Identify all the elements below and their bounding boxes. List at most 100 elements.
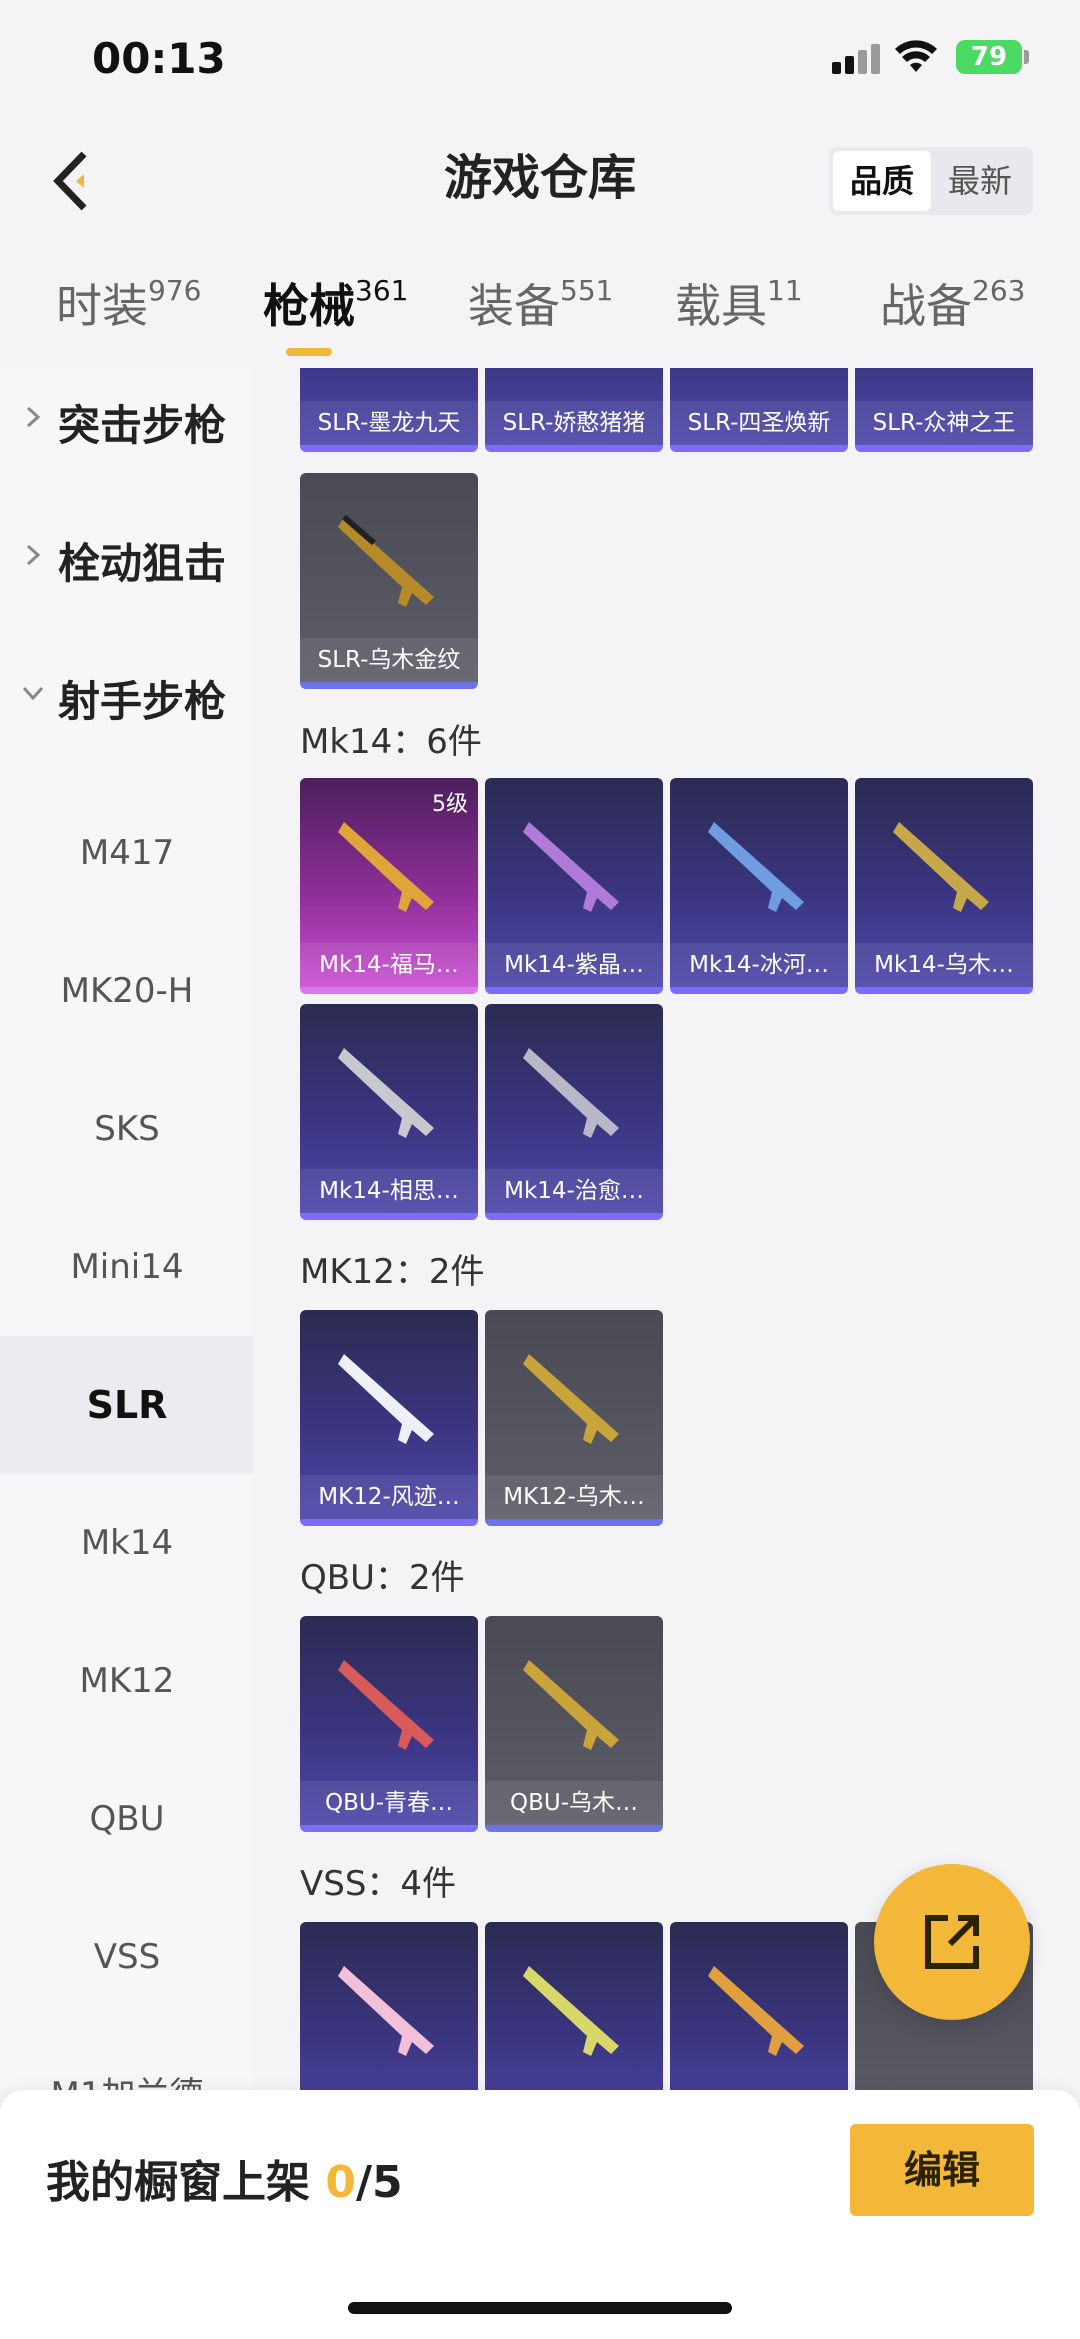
tab-equipment[interactable]: 装备551	[468, 270, 613, 340]
sidebar-item-m417[interactable]: M417	[0, 784, 254, 922]
weapon-name: Mk14-相思…	[300, 1169, 478, 1213]
tab-label: 载具	[675, 279, 767, 333]
weapon-card[interactable]: Mk14-冰河…	[670, 778, 848, 994]
chevron-right-icon	[26, 406, 41, 428]
category-label: 突击步枪	[58, 401, 227, 450]
weapon-card[interactable]	[485, 1922, 663, 2090]
sort-quality-button[interactable]: 品质	[833, 151, 931, 211]
tab-label: 战备	[880, 279, 972, 333]
rifle-icon	[523, 822, 619, 912]
wifi-icon	[895, 40, 937, 72]
tab-label: 枪械	[263, 279, 355, 333]
share-icon	[925, 1915, 979, 1969]
rifle-icon	[523, 1966, 619, 2056]
weapon-card[interactable]: MK12-风迹…	[300, 1310, 478, 1526]
sidebar-item-sks[interactable]: SKS	[0, 1060, 254, 1198]
weapon-card[interactable]: SLR-墨龙九天	[300, 368, 478, 452]
status-time: 00:13	[92, 34, 226, 83]
sidebar-item-slr[interactable]: SLR	[0, 1336, 254, 1474]
weapon-name: SLR-娇憨猪猪	[485, 401, 663, 445]
rifle-icon	[708, 822, 804, 912]
section-title: VSS：4件	[300, 1864, 457, 1904]
weapon-name: Mk14-治愈…	[485, 1169, 663, 1213]
weapon-card[interactable]	[300, 1922, 478, 2090]
weapon-name: Mk14-冰河…	[670, 943, 848, 987]
chevron-right-icon	[26, 544, 41, 566]
showcase-total: /5	[355, 2157, 403, 2208]
sidebar-item-vss[interactable]: VSS	[0, 1888, 254, 2026]
showcase-count: 0	[325, 2157, 356, 2208]
section-title: Mk14：6件	[300, 722, 482, 762]
category-label: 栓动狙击	[58, 539, 227, 588]
sort-newest-button[interactable]: 最新	[931, 151, 1029, 211]
status-bar: 00:13 79	[0, 0, 1080, 120]
weapon-card[interactable]: QBU-青春…	[300, 1616, 478, 1832]
rifle-icon	[708, 1966, 804, 2056]
sidebar-item-mk12[interactable]: MK12	[0, 1612, 254, 1750]
showcase-label: 我的橱窗上架 0/5	[46, 2146, 403, 2210]
rifle-icon	[338, 1660, 434, 1750]
battery-icon: 79	[956, 40, 1022, 74]
weapon-card[interactable]: 5级 Mk14-福马…	[300, 778, 478, 994]
rifle-icon	[338, 1048, 434, 1138]
active-tab-indicator	[286, 348, 332, 356]
sidebar-item-mk14[interactable]: Mk14	[0, 1474, 254, 1612]
weapon-card[interactable]: Mk14-相思…	[300, 1004, 478, 1220]
rifle-icon	[338, 514, 434, 607]
rifle-icon	[338, 1354, 434, 1444]
weapon-card[interactable]: SLR-众神之王	[855, 368, 1033, 452]
weapon-card[interactable]: SLR-乌木金纹	[300, 473, 478, 689]
tab-count: 976	[148, 274, 202, 307]
weapon-card[interactable]: Mk14-紫晶…	[485, 778, 663, 994]
tab-count: 11	[767, 274, 803, 307]
weapon-card[interactable]: SLR-娇憨猪猪	[485, 368, 663, 452]
weapon-card[interactable]: MK12-乌木…	[485, 1310, 663, 1526]
weapon-name: MK12-风迹…	[300, 1475, 478, 1519]
rifle-icon	[523, 1660, 619, 1750]
tab-count: 263	[972, 274, 1026, 307]
section-title: MK12：2件	[300, 1252, 485, 1292]
showcase-label-text: 我的橱窗上架	[46, 2157, 326, 2208]
weapon-name: QBU-青春…	[300, 1781, 478, 1825]
weapon-name: SLR-众神之王	[855, 401, 1033, 445]
sidebar-item-mini14[interactable]: Mini14	[0, 1198, 254, 1336]
tab-label: 装备	[468, 279, 560, 333]
weapon-name: Mk14-紫晶…	[485, 943, 663, 987]
sidebar-item-qbu[interactable]: QBU	[0, 1750, 254, 1888]
edit-button[interactable]: 编辑	[850, 2124, 1034, 2216]
category-label: 射手步枪	[58, 677, 227, 726]
weapon-name: QBU-乌木…	[485, 1781, 663, 1825]
cellular-signal-icon	[832, 44, 880, 74]
rifle-icon	[338, 822, 434, 912]
weapon-card[interactable]	[670, 1922, 848, 2090]
share-button[interactable]	[874, 1864, 1030, 2020]
weapon-card[interactable]: Mk14-乌木…	[855, 778, 1033, 994]
rifle-icon	[893, 822, 989, 912]
home-indicator	[348, 2302, 732, 2314]
sidebar-item-m1-garand[interactable]: M1加兰德	[0, 2026, 254, 2090]
showcase-bar: 我的橱窗上架 0/5 编辑	[0, 2090, 1080, 2339]
tab-outfits[interactable]: 时装976	[56, 270, 201, 340]
weapon-name: SLR-四圣焕新	[670, 401, 848, 445]
rifle-icon	[523, 1048, 619, 1138]
sidebar-category-marksman-rifles[interactable]: 射手步枪	[0, 644, 254, 744]
weapon-card[interactable]: QBU-乌木…	[485, 1616, 663, 1832]
sidebar-item-mk20h[interactable]: MK20-H	[0, 922, 254, 1060]
weapon-card[interactable]: Mk14-治愈…	[485, 1004, 663, 1220]
weapon-name: MK12-乌木…	[485, 1475, 663, 1519]
weapon-name: Mk14-乌木…	[855, 943, 1033, 987]
sidebar-category-bolt-sniper[interactable]: 栓动狙击	[0, 506, 254, 606]
section-title: QBU：2件	[300, 1558, 465, 1598]
weapon-card[interactable]: SLR-四圣焕新	[670, 368, 848, 452]
chevron-down-icon	[22, 686, 44, 701]
tab-count: 361	[355, 274, 409, 307]
tab-supplies[interactable]: 战备263	[880, 270, 1025, 340]
tab-weapons[interactable]: 枪械361	[263, 270, 408, 340]
tab-label: 时装	[56, 279, 148, 333]
sidebar: 突击步枪 栓动狙击 射手步枪 M417 MK20-H SKS Mini14 SL…	[0, 368, 254, 2090]
weapon-name: Mk14-福马…	[300, 943, 478, 987]
weapon-name: SLR-乌木金纹	[300, 638, 478, 682]
sidebar-category-assault-rifles[interactable]: 突击步枪	[0, 368, 254, 468]
category-tabs: 时装976 枪械361 装备551 载具11 战备263	[0, 258, 1080, 358]
tab-vehicles[interactable]: 载具11	[675, 270, 803, 340]
